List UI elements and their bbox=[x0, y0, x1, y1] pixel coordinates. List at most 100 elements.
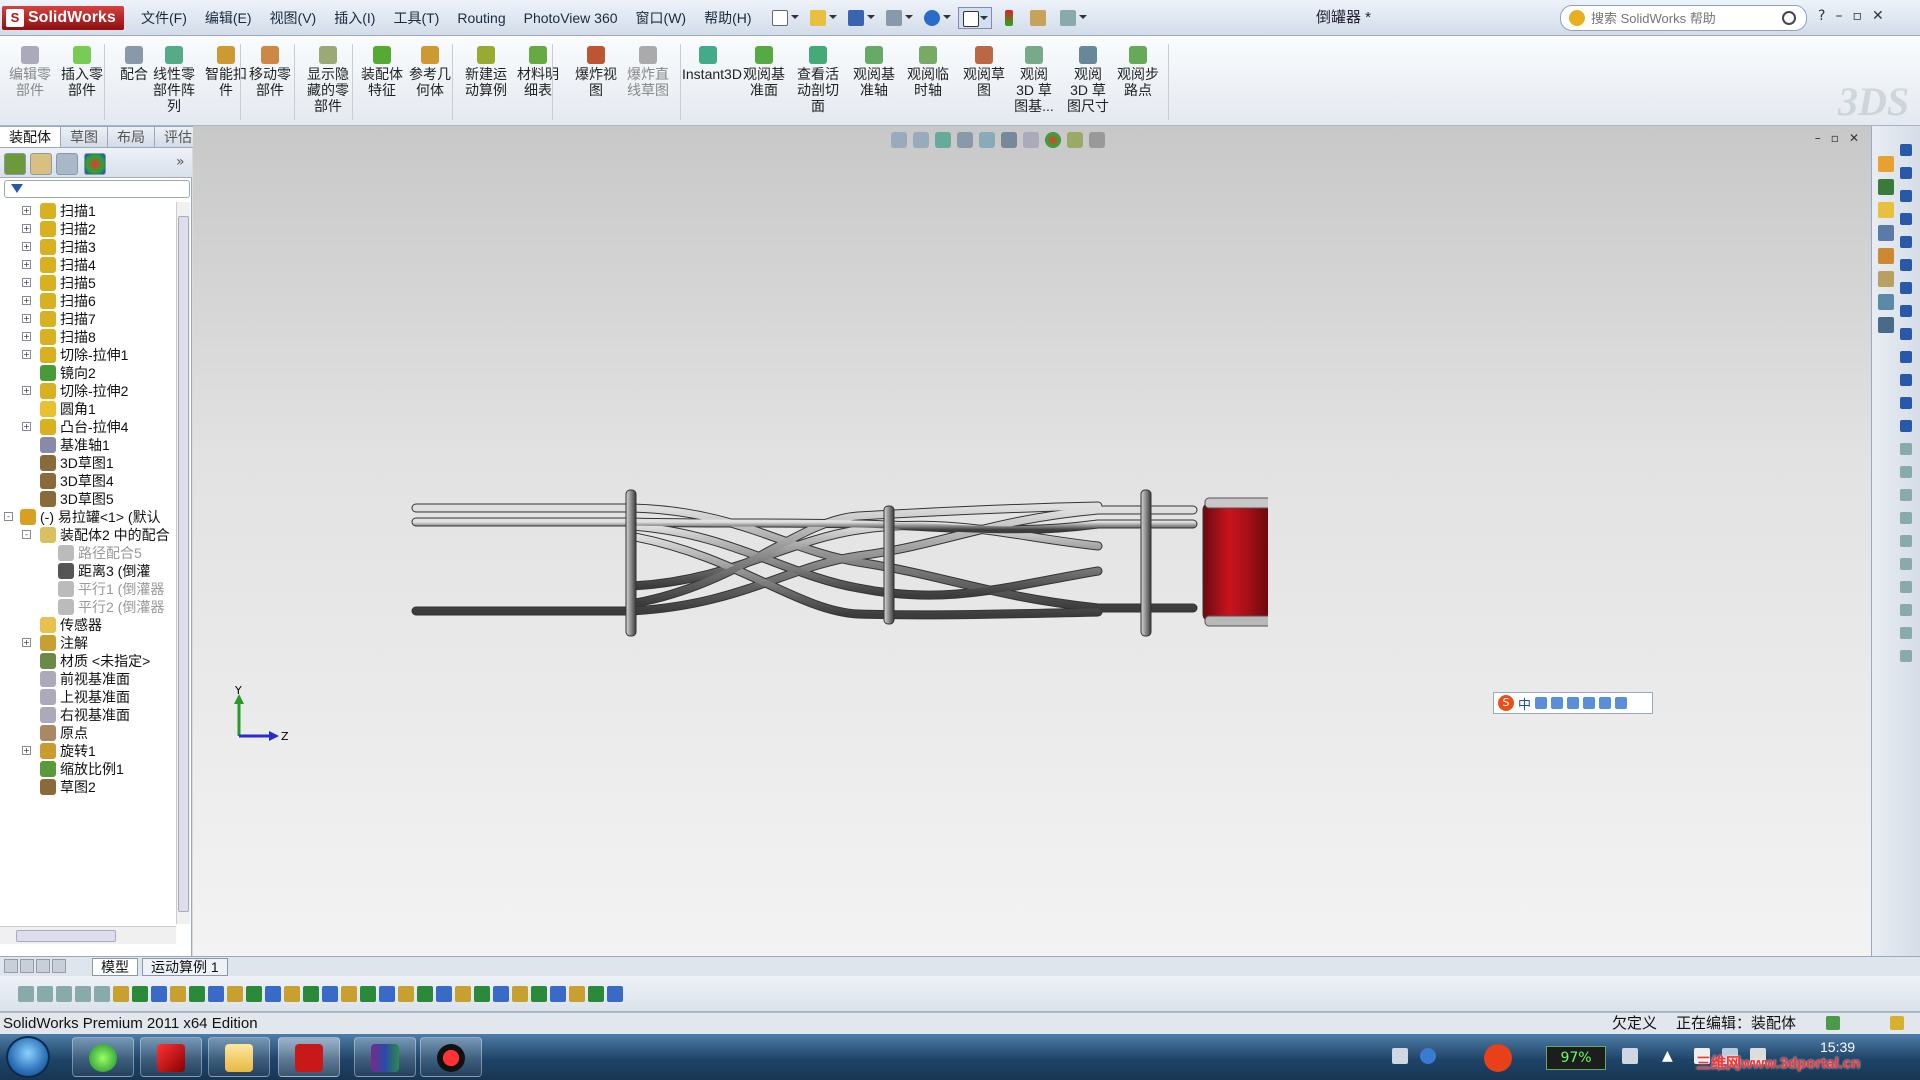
tree-item[interactable]: + 切除-拉伸1 bbox=[0, 346, 176, 364]
tree-item[interactable]: 平行1 (倒灌器 bbox=[0, 580, 176, 598]
selection-filter-icon[interactable] bbox=[132, 986, 148, 1002]
taskbar-autocad-icon[interactable] bbox=[140, 1037, 202, 1077]
collapse-icon[interactable]: - bbox=[4, 512, 13, 521]
solidworks-resources-icon[interactable] bbox=[1878, 294, 1894, 310]
arc-icon[interactable] bbox=[1900, 282, 1912, 294]
search-icon[interactable] bbox=[1782, 11, 1796, 25]
tree-filter[interactable] bbox=[4, 180, 190, 198]
menu-item[interactable]: 插入(I) bbox=[325, 6, 384, 30]
tree-item[interactable]: 传感器 bbox=[0, 616, 176, 634]
menu-item[interactable]: 窗口(W) bbox=[627, 6, 696, 30]
ribbon-button[interactable]: 编辑零 部件 bbox=[4, 44, 56, 124]
selection-filter-icon[interactable] bbox=[170, 986, 186, 1002]
ribbon-button[interactable]: 观阅临 时轴 bbox=[902, 44, 954, 124]
expand-icon[interactable]: + bbox=[22, 746, 31, 755]
power-plug-icon[interactable] bbox=[1622, 1048, 1638, 1064]
tree-item[interactable]: + 旋转1 bbox=[0, 742, 176, 760]
ribbon-button[interactable]: 观阅 3D 草 图基... bbox=[1008, 44, 1060, 124]
pattern-sketch-icon[interactable] bbox=[1900, 558, 1912, 570]
ribbon-button[interactable]: 移动零 部件 bbox=[244, 44, 296, 124]
zoom-to-fit-icon[interactable] bbox=[891, 132, 907, 148]
selection-filter-icon[interactable] bbox=[56, 986, 72, 1002]
moon-icon[interactable] bbox=[1535, 697, 1548, 709]
taskbar-explorer-icon[interactable] bbox=[208, 1037, 270, 1077]
selection-filter-icon[interactable] bbox=[379, 986, 395, 1002]
expand-icon[interactable]: + bbox=[22, 350, 31, 359]
tree-item[interactable]: 上视基准面 bbox=[0, 688, 176, 706]
trim-icon[interactable] bbox=[1900, 466, 1912, 478]
selection-filter-icon[interactable] bbox=[398, 986, 414, 1002]
tree-item[interactable]: 镜向2 bbox=[0, 364, 176, 382]
display-relations-icon[interactable] bbox=[1900, 581, 1912, 593]
dimension-icon[interactable] bbox=[1900, 144, 1912, 156]
ribbon-button[interactable]: 观阅 3D 草 图尺寸 bbox=[1062, 44, 1114, 124]
tree-item[interactable]: + 扫描2 bbox=[0, 220, 176, 238]
menu-item[interactable]: Routing bbox=[448, 6, 514, 30]
ellipse-icon[interactable] bbox=[1900, 328, 1912, 340]
selection-filter-icon[interactable] bbox=[474, 986, 490, 1002]
taskbar-media-player-icon[interactable] bbox=[420, 1037, 482, 1077]
apply-scene-icon[interactable] bbox=[1067, 132, 1083, 148]
tree-item[interactable]: 缩放比例1 bbox=[0, 760, 176, 778]
ribbon-button[interactable]: 装配体 特征 bbox=[356, 44, 408, 124]
tree-item[interactable]: 原点 bbox=[0, 724, 176, 742]
taskbar-ie-icon[interactable] bbox=[72, 1037, 134, 1077]
custom-properties-icon[interactable] bbox=[1878, 271, 1894, 287]
selection-filter-icon[interactable] bbox=[531, 986, 547, 1002]
selection-filter-icon[interactable] bbox=[588, 986, 604, 1002]
options-icon[interactable] bbox=[1056, 7, 1090, 29]
ribbon-button[interactable]: 材料明 细表 bbox=[512, 44, 564, 124]
tree-item[interactable]: + 切除-拉伸2 bbox=[0, 382, 176, 400]
selection-filter-icon[interactable] bbox=[208, 986, 224, 1002]
circle-icon[interactable] bbox=[1900, 259, 1912, 271]
tree-item[interactable]: 前视基准面 bbox=[0, 670, 176, 688]
ribbon-button[interactable]: Instant3D bbox=[682, 44, 742, 124]
tree-item[interactable]: 平行2 (倒灌器 bbox=[0, 598, 176, 616]
tree-item[interactable]: 圆角1 bbox=[0, 400, 176, 418]
feature-tree-tab-icon[interactable] bbox=[4, 153, 26, 175]
ribbon-button[interactable]: 观阅基 准轴 bbox=[848, 44, 900, 124]
rectangle-icon[interactable] bbox=[1900, 213, 1912, 225]
selection-filter-icon[interactable] bbox=[246, 986, 262, 1002]
expand-icon[interactable]: + bbox=[22, 296, 31, 305]
menu-item[interactable]: 视图(V) bbox=[261, 6, 326, 30]
tree-item[interactable]: + 凸台-拉伸4 bbox=[0, 418, 176, 436]
repair-sketch-icon[interactable] bbox=[1900, 604, 1912, 616]
new-document-icon[interactable] bbox=[768, 7, 802, 29]
soda-can[interactable] bbox=[1202, 497, 1268, 627]
tree-item[interactable]: + 扫描6 bbox=[0, 292, 176, 310]
selection-filter-icon[interactable] bbox=[493, 986, 509, 1002]
text-icon[interactable] bbox=[1900, 443, 1912, 455]
tree-item[interactable]: + 扫描5 bbox=[0, 274, 176, 292]
configuration-tab-icon[interactable] bbox=[56, 153, 78, 175]
selection-filter-icon[interactable] bbox=[607, 986, 623, 1002]
last-tab-icon[interactable] bbox=[52, 959, 66, 973]
tree-item[interactable]: + 扫描7 bbox=[0, 310, 176, 328]
selection-filter-icon[interactable] bbox=[265, 986, 281, 1002]
help-menu-icon[interactable]: ? bbox=[1818, 6, 1825, 26]
tree-item[interactable]: 基准轴1 bbox=[0, 436, 176, 454]
scrollbar-thumb[interactable] bbox=[16, 930, 116, 942]
graphics-area[interactable]: – ▫ ✕ S 中 Y Z bbox=[193, 126, 1871, 956]
file-properties-icon[interactable] bbox=[1026, 7, 1052, 29]
restore-icon[interactable]: ▫ bbox=[1852, 6, 1862, 26]
expand-icon[interactable]: + bbox=[22, 224, 31, 233]
help-tray-icon[interactable] bbox=[1420, 1048, 1436, 1064]
ribbon-button[interactable]: 新建运 动算例 bbox=[460, 44, 512, 124]
ribbon-button[interactable]: 观阅草 图 bbox=[958, 44, 1010, 124]
punctuation-icon[interactable] bbox=[1551, 697, 1564, 709]
selection-filter-icon[interactable] bbox=[436, 986, 452, 1002]
expand-icon[interactable]: + bbox=[22, 314, 31, 323]
print-icon[interactable] bbox=[882, 7, 916, 29]
ribbon-button[interactable]: 查看活 动剖切 面 bbox=[792, 44, 844, 124]
tree-item[interactable]: 右视基准面 bbox=[0, 706, 176, 724]
rebuild-status-icon[interactable] bbox=[1890, 1016, 1904, 1030]
design-library-icon[interactable] bbox=[1878, 179, 1894, 195]
tree-item[interactable]: + 扫描8 bbox=[0, 328, 176, 346]
line-icon[interactable] bbox=[1900, 190, 1912, 202]
open-folder-icon[interactable] bbox=[806, 7, 840, 29]
expand-icon[interactable]: + bbox=[22, 332, 31, 341]
construction-icon[interactable] bbox=[1900, 420, 1912, 432]
home-icon[interactable] bbox=[1878, 156, 1894, 172]
command-tab[interactable]: 装配体 bbox=[0, 126, 61, 148]
